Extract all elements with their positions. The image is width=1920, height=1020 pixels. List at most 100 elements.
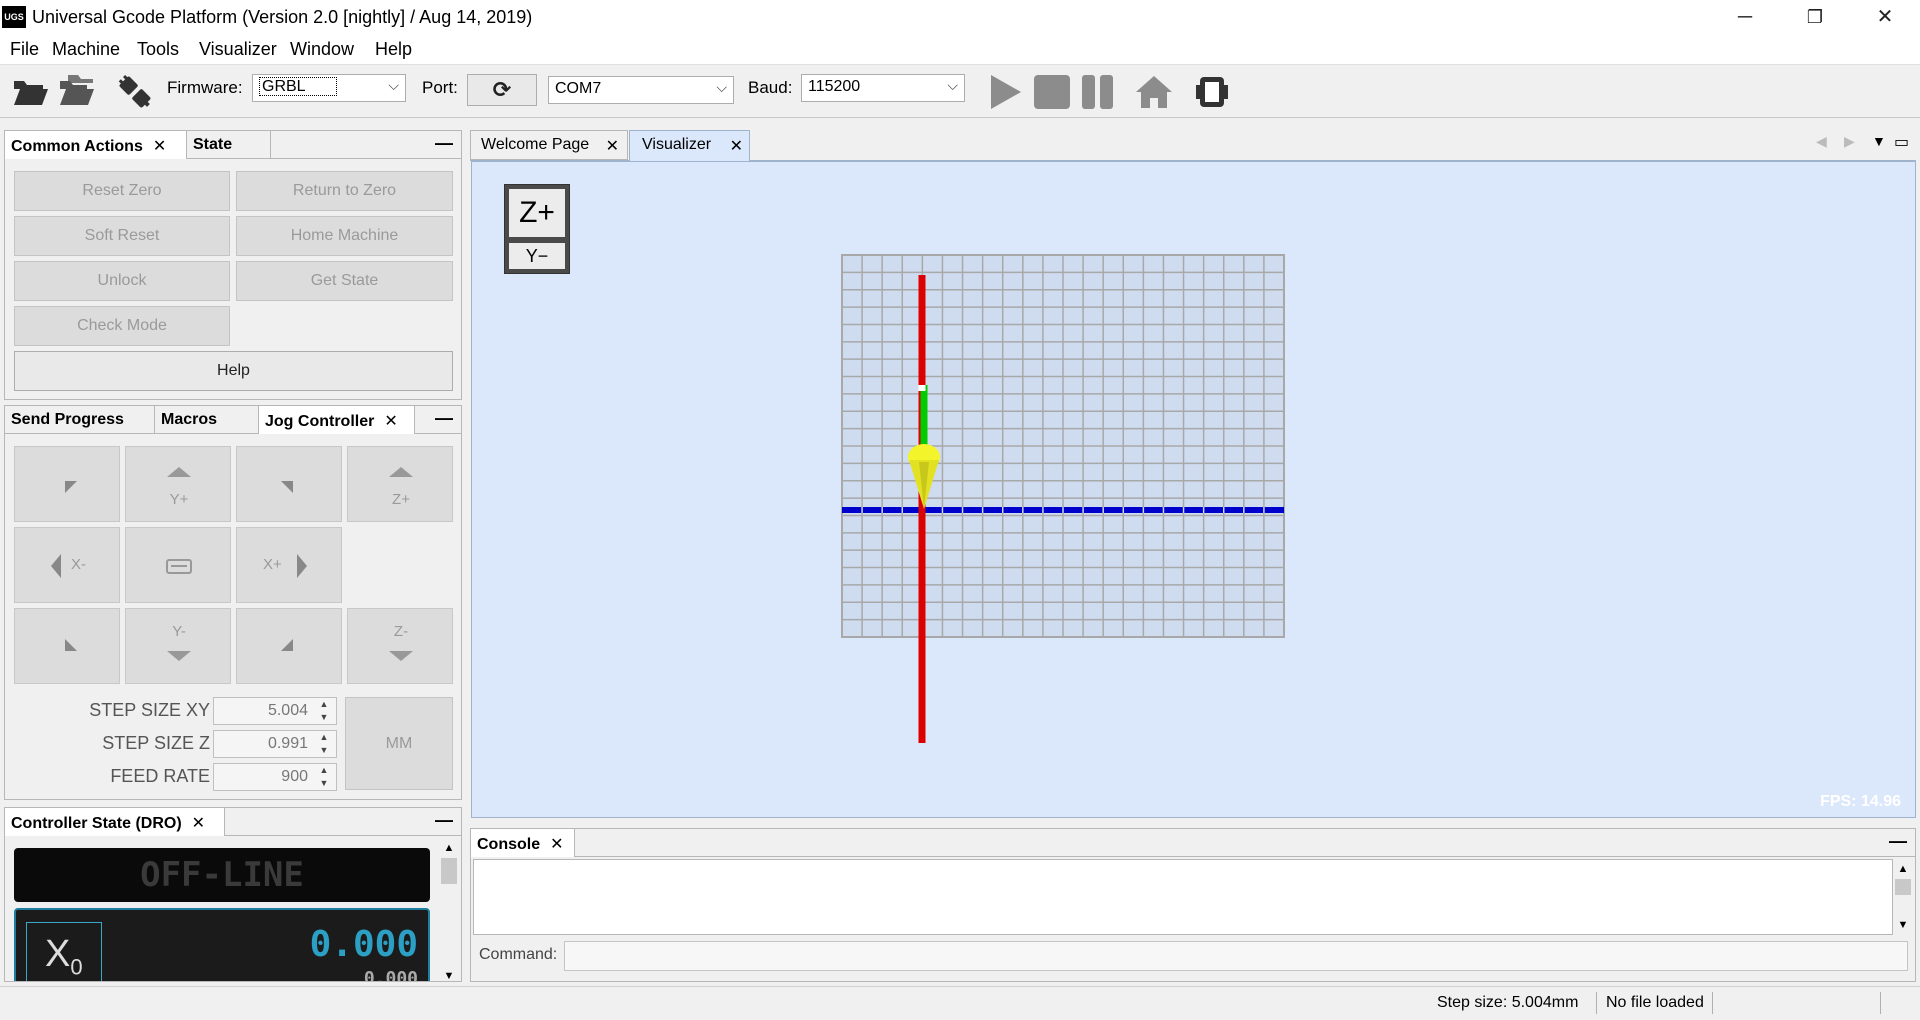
tab-visualizer[interactable]: Visualizer ✕: [629, 130, 750, 161]
pause-icon[interactable]: [1080, 73, 1116, 111]
spinner-arrows-icon[interactable]: ▲ ▼: [314, 731, 334, 757]
tab-state[interactable]: State: [187, 131, 271, 159]
menu-bar: File Machine Tools Visualizer Window Hel…: [0, 36, 1920, 64]
close-icon[interactable]: ✕: [730, 136, 743, 156]
arrow-right-icon: [297, 554, 307, 578]
command-input[interactable]: [564, 941, 1908, 971]
get-state-button[interactable]: Get State: [236, 261, 453, 301]
connection-status-display: OFF-LINE: [14, 848, 430, 902]
connect-icon[interactable]: [116, 73, 154, 111]
minimize-panel-button[interactable]: —: [1889, 831, 1907, 852]
minimize-window-button[interactable]: ─: [1710, 0, 1780, 36]
scroll-down-icon[interactable]: ▼: [439, 970, 459, 981]
return-to-zero-button[interactable]: Return to Zero: [236, 171, 453, 211]
scroll-thumb[interactable]: [441, 858, 457, 884]
home-machine-button[interactable]: Home Machine: [236, 216, 453, 256]
machine-position-x: 0.000: [363, 968, 418, 982]
close-icon[interactable]: ✕: [606, 136, 619, 156]
alarm-unlock-icon[interactable]: [1192, 71, 1232, 111]
close-window-button[interactable]: ✕: [1850, 0, 1920, 36]
minimize-panel-button[interactable]: —: [435, 408, 453, 429]
tab-console[interactable]: Console ✕: [471, 829, 575, 857]
baud-select[interactable]: 115200 ⌵: [801, 74, 965, 102]
arrow-down-right-icon: [281, 639, 293, 651]
open-recent-icon[interactable]: [58, 71, 98, 109]
open-file-icon[interactable]: [12, 73, 50, 109]
close-icon[interactable]: ✕: [153, 138, 166, 155]
scroll-thumb[interactable]: [1895, 879, 1911, 895]
minimize-panel-button[interactable]: —: [435, 133, 453, 154]
port-value: COM7: [555, 80, 602, 97]
jog-x-plus-label: X+: [263, 556, 282, 573]
reset-zero-button[interactable]: Reset Zero: [14, 171, 230, 211]
menu-help[interactable]: Help: [375, 39, 412, 60]
tab-welcome-page[interactable]: Welcome Page ✕: [470, 130, 628, 160]
scroll-down-icon[interactable]: ▼: [1893, 919, 1913, 931]
tab-controller-state[interactable]: Controller State (DRO) ✕: [5, 808, 225, 836]
fps-counter: FPS: 14.96: [1820, 793, 1901, 810]
keyboard-jog-toggle-button[interactable]: [125, 527, 231, 603]
visualizer-canvas[interactable]: Z+ Y− FPS: 14.96: [471, 161, 1916, 818]
reset-x-zero-button[interactable]: X0: [26, 922, 102, 981]
home-icon[interactable]: [1134, 73, 1174, 111]
spinner-arrows-icon[interactable]: ▲ ▼: [314, 698, 334, 724]
scroll-up-icon[interactable]: ▲: [439, 842, 459, 854]
tab-jog-controller[interactable]: Jog Controller ✕: [259, 406, 415, 434]
jog-x-minus-y-minus-button[interactable]: [14, 608, 120, 684]
chevron-down-icon: ⌵: [947, 77, 958, 93]
arrow-down-left-icon: [65, 639, 77, 651]
dro-scrollbar[interactable]: ▲ ▼: [439, 842, 459, 981]
refresh-ports-button[interactable]: ⟳: [467, 74, 537, 106]
close-icon[interactable]: ✕: [384, 413, 397, 430]
menu-visualizer[interactable]: Visualizer: [199, 39, 277, 60]
jog-x-minus-y-plus-button[interactable]: [14, 446, 120, 522]
menu-window[interactable]: Window: [290, 39, 354, 60]
feed-rate-spinner[interactable]: 900 ▲ ▼: [213, 763, 337, 791]
tab-list-dropdown-icon[interactable]: ▼: [1872, 133, 1886, 149]
scroll-tabs-right-icon[interactable]: ▶: [1844, 133, 1855, 150]
step-size-z-spinner[interactable]: 0.991 ▲ ▼: [213, 730, 337, 758]
jog-x-minus-button[interactable]: X-: [14, 527, 120, 603]
tab-send-progress[interactable]: Send Progress: [5, 406, 155, 434]
console-scrollbar[interactable]: ▲ ▼: [1893, 859, 1913, 935]
menu-file[interactable]: File: [10, 39, 39, 60]
step-size-xy-label: STEP SIZE XY: [89, 700, 210, 720]
close-icon[interactable]: ✕: [550, 836, 563, 853]
jog-z-plus-button[interactable]: Z+: [347, 446, 453, 522]
spinner-arrows-icon[interactable]: ▲ ▼: [314, 764, 334, 790]
tab-macros[interactable]: Macros: [155, 406, 259, 434]
jog-x-plus-y-minus-button[interactable]: [236, 608, 342, 684]
step-size-xy-value: 5.004: [267, 702, 308, 719]
unlock-button[interactable]: Unlock: [14, 261, 230, 301]
restore-window-button[interactable]: ❐: [1780, 0, 1850, 36]
maximize-window-icon[interactable]: ▭: [1894, 132, 1909, 152]
scroll-up-icon[interactable]: ▲: [1893, 863, 1913, 875]
stop-icon[interactable]: [1032, 73, 1072, 111]
jog-x-plus-y-plus-button[interactable]: [236, 446, 342, 522]
step-size-z-label: STEP SIZE Z: [102, 733, 210, 753]
help-button[interactable]: Help: [14, 351, 453, 391]
window-title: Universal Gcode Platform (Version 2.0 [n…: [32, 7, 533, 27]
console-output[interactable]: [473, 859, 1893, 935]
minimize-panel-button[interactable]: —: [435, 810, 453, 831]
step-size-xy-spinner[interactable]: 5.004 ▲ ▼: [213, 697, 337, 725]
dro-panel: Controller State (DRO) ✕ — OFF-LINE X0 0.…: [4, 807, 462, 982]
soft-reset-button[interactable]: Soft Reset: [14, 216, 230, 256]
check-mode-button[interactable]: Check Mode: [14, 306, 230, 346]
jog-y-minus-button[interactable]: Y-: [125, 608, 231, 684]
units-toggle-button[interactable]: MM: [345, 697, 453, 790]
close-icon[interactable]: ✕: [192, 815, 205, 832]
firmware-select[interactable]: GRBL ⌵: [252, 74, 406, 102]
tab-label: Macros: [161, 411, 218, 428]
step-size-status: Step size: 5.004mm: [1437, 994, 1579, 1011]
menu-tools[interactable]: Tools: [137, 39, 179, 60]
tab-common-actions[interactable]: Common Actions ✕: [5, 131, 187, 159]
jog-x-plus-button[interactable]: X+: [236, 527, 342, 603]
menu-machine[interactable]: Machine: [52, 39, 120, 60]
jog-z-minus-button[interactable]: Z-: [347, 608, 453, 684]
scroll-tabs-left-icon[interactable]: ◀: [1816, 133, 1827, 150]
port-select[interactable]: COM7 ⌵: [548, 76, 734, 104]
axis-sub: 0: [70, 954, 83, 980]
play-icon[interactable]: [988, 73, 1024, 111]
jog-y-plus-button[interactable]: Y+: [125, 446, 231, 522]
